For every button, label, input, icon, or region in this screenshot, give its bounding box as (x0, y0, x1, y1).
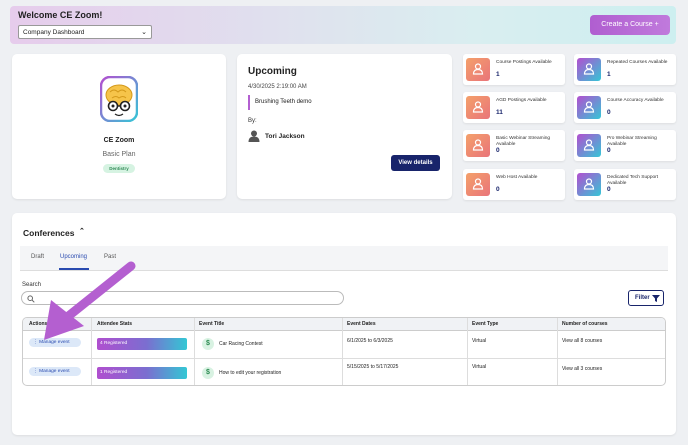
table-row: ⋮ Manage event 1 Registered $ How to edit y… (23, 359, 665, 385)
stat-tile: Course Accuracy Available 0 (574, 92, 676, 123)
view-courses-link[interactable]: View all 3 courses (562, 366, 602, 372)
stat-tile: Dedicated Tech Support Available 0 (574, 169, 676, 200)
conferences-panel: Conferences ⌃ Draft Upcoming Past Search… (12, 213, 676, 435)
stat-label: Course Accuracy Available (607, 98, 664, 103)
users-icon (466, 96, 490, 119)
stat-tile: Basic Webinar Streaming Available 0 (463, 130, 565, 161)
tab-bar (20, 246, 668, 271)
col-event-title: Event Title (199, 321, 225, 327)
upcoming-datetime: 4/30/2025 2:19:00 AM (248, 84, 307, 90)
conferences-table: Actions Attendee Stats Event Title Event… (22, 317, 666, 386)
org-name: CE Zoom (103, 137, 135, 144)
active-tab-indicator (59, 268, 89, 270)
col-actions: Actions (29, 321, 48, 327)
stat-tile: Pro Webinar Streaming Available 0 (574, 130, 676, 161)
dollar-icon: $ (202, 367, 214, 379)
stat-value: 0 (607, 109, 611, 116)
users-icon (466, 173, 490, 196)
stat-value: 0 (496, 186, 500, 193)
registered-badge: 4 Registered (97, 338, 187, 350)
col-event-dates: Event Dates (347, 321, 376, 327)
stat-value: 0 (496, 147, 500, 154)
col-number-of-courses: Number of courses (562, 321, 608, 327)
event-dates: 5/15/2025 to 5/17/2025 (347, 364, 399, 370)
chevron-up-icon[interactable]: ⌃ (79, 227, 85, 235)
funnel-icon (652, 295, 660, 302)
stat-value: 0 (607, 147, 611, 154)
plan-name: Basic Plan (102, 151, 136, 158)
view-details-button[interactable]: View details (391, 155, 440, 171)
conferences-title: Conferences (23, 228, 75, 238)
company-select-value: Company Dashboard (23, 29, 85, 36)
stat-tile: AGD Postings Available 11 (463, 92, 565, 123)
stat-label: Course Postings Available (496, 60, 552, 65)
stat-tile: Web Host Available 0 (463, 169, 565, 200)
event-type: Virtual (472, 364, 487, 370)
stat-label: Pro Webinar Streaming Available (607, 136, 657, 147)
stat-label: Basic Webinar Streaming Available (496, 136, 551, 147)
stat-value: 1 (496, 71, 500, 78)
filter-label: Filter (635, 295, 650, 301)
dollar-icon: $ (202, 338, 214, 350)
stat-label: Web Host Available (496, 175, 538, 180)
event-dates: 6/1/2025 to 6/3/2025 (347, 338, 393, 344)
upcoming-title: Upcoming (248, 66, 297, 77)
stat-tile: Repeated Courses Available 1 (574, 54, 676, 85)
stat-label: AGD Postings Available (496, 98, 547, 103)
event-type: Virtual (472, 338, 487, 344)
stat-label: Dedicated Tech Support Available (607, 175, 659, 186)
stat-value: 11 (496, 109, 503, 116)
users-icon (577, 96, 601, 119)
stat-value: 1 (607, 71, 611, 78)
search-icon (27, 295, 35, 303)
event-title[interactable]: Car Racing Contest (219, 341, 263, 347)
event-title[interactable]: How to edit your registration (219, 370, 281, 376)
chevron-down-icon: ⌄ (141, 29, 147, 36)
create-course-button[interactable]: Create a Course + (590, 15, 670, 35)
stat-label: Repeated Courses Available (607, 60, 668, 65)
welcome-header: Welcome CE Zoom! Company Dashboard ⌄ Cre… (10, 6, 676, 44)
company-select[interactable]: Company Dashboard ⌄ (18, 25, 152, 39)
col-attendee-stats: Attendee Stats (97, 321, 133, 327)
view-courses-link[interactable]: View all 8 courses (562, 338, 602, 344)
specialty-badge: Dentistry (103, 164, 135, 173)
profile-card: CE Zoom Basic Plan Dentistry (12, 54, 226, 199)
person-icon (248, 130, 260, 142)
users-icon (466, 134, 490, 157)
users-icon (577, 173, 601, 196)
manage-event-button[interactable]: ⋮ Manage event (29, 367, 81, 376)
search-input[interactable] (21, 291, 344, 305)
table-header: Actions Attendee Stats Event Title Event… (23, 318, 665, 331)
users-icon (577, 134, 601, 157)
search-label: Search (22, 282, 42, 288)
col-event-type: Event Type (472, 321, 499, 327)
table-row: ⋮ Manage event 4 Registered $ Car Racing Co… (23, 332, 665, 359)
tab-draft[interactable]: Draft (31, 254, 44, 260)
upcoming-event-name: Brushing Teeth demo (248, 95, 312, 110)
welcome-text: Welcome CE Zoom! (18, 10, 103, 20)
stat-value: 0 (607, 186, 611, 193)
tab-upcoming[interactable]: Upcoming (60, 254, 87, 260)
by-label: By: (248, 118, 257, 124)
users-icon (466, 58, 490, 81)
presenter-name: Tori Jackson (265, 133, 305, 140)
registered-badge: 1 Registered (97, 367, 187, 379)
users-icon (577, 58, 601, 81)
brain-logo-icon (100, 76, 138, 122)
manage-event-button[interactable]: ⋮ Manage event (29, 338, 81, 347)
filter-button[interactable]: Filter (628, 290, 664, 306)
stat-tile: Course Postings Available 1 (463, 54, 565, 85)
tab-past[interactable]: Past (104, 254, 116, 260)
upcoming-card: Upcoming 4/30/2025 2:19:00 AM Brushing T… (237, 54, 452, 199)
